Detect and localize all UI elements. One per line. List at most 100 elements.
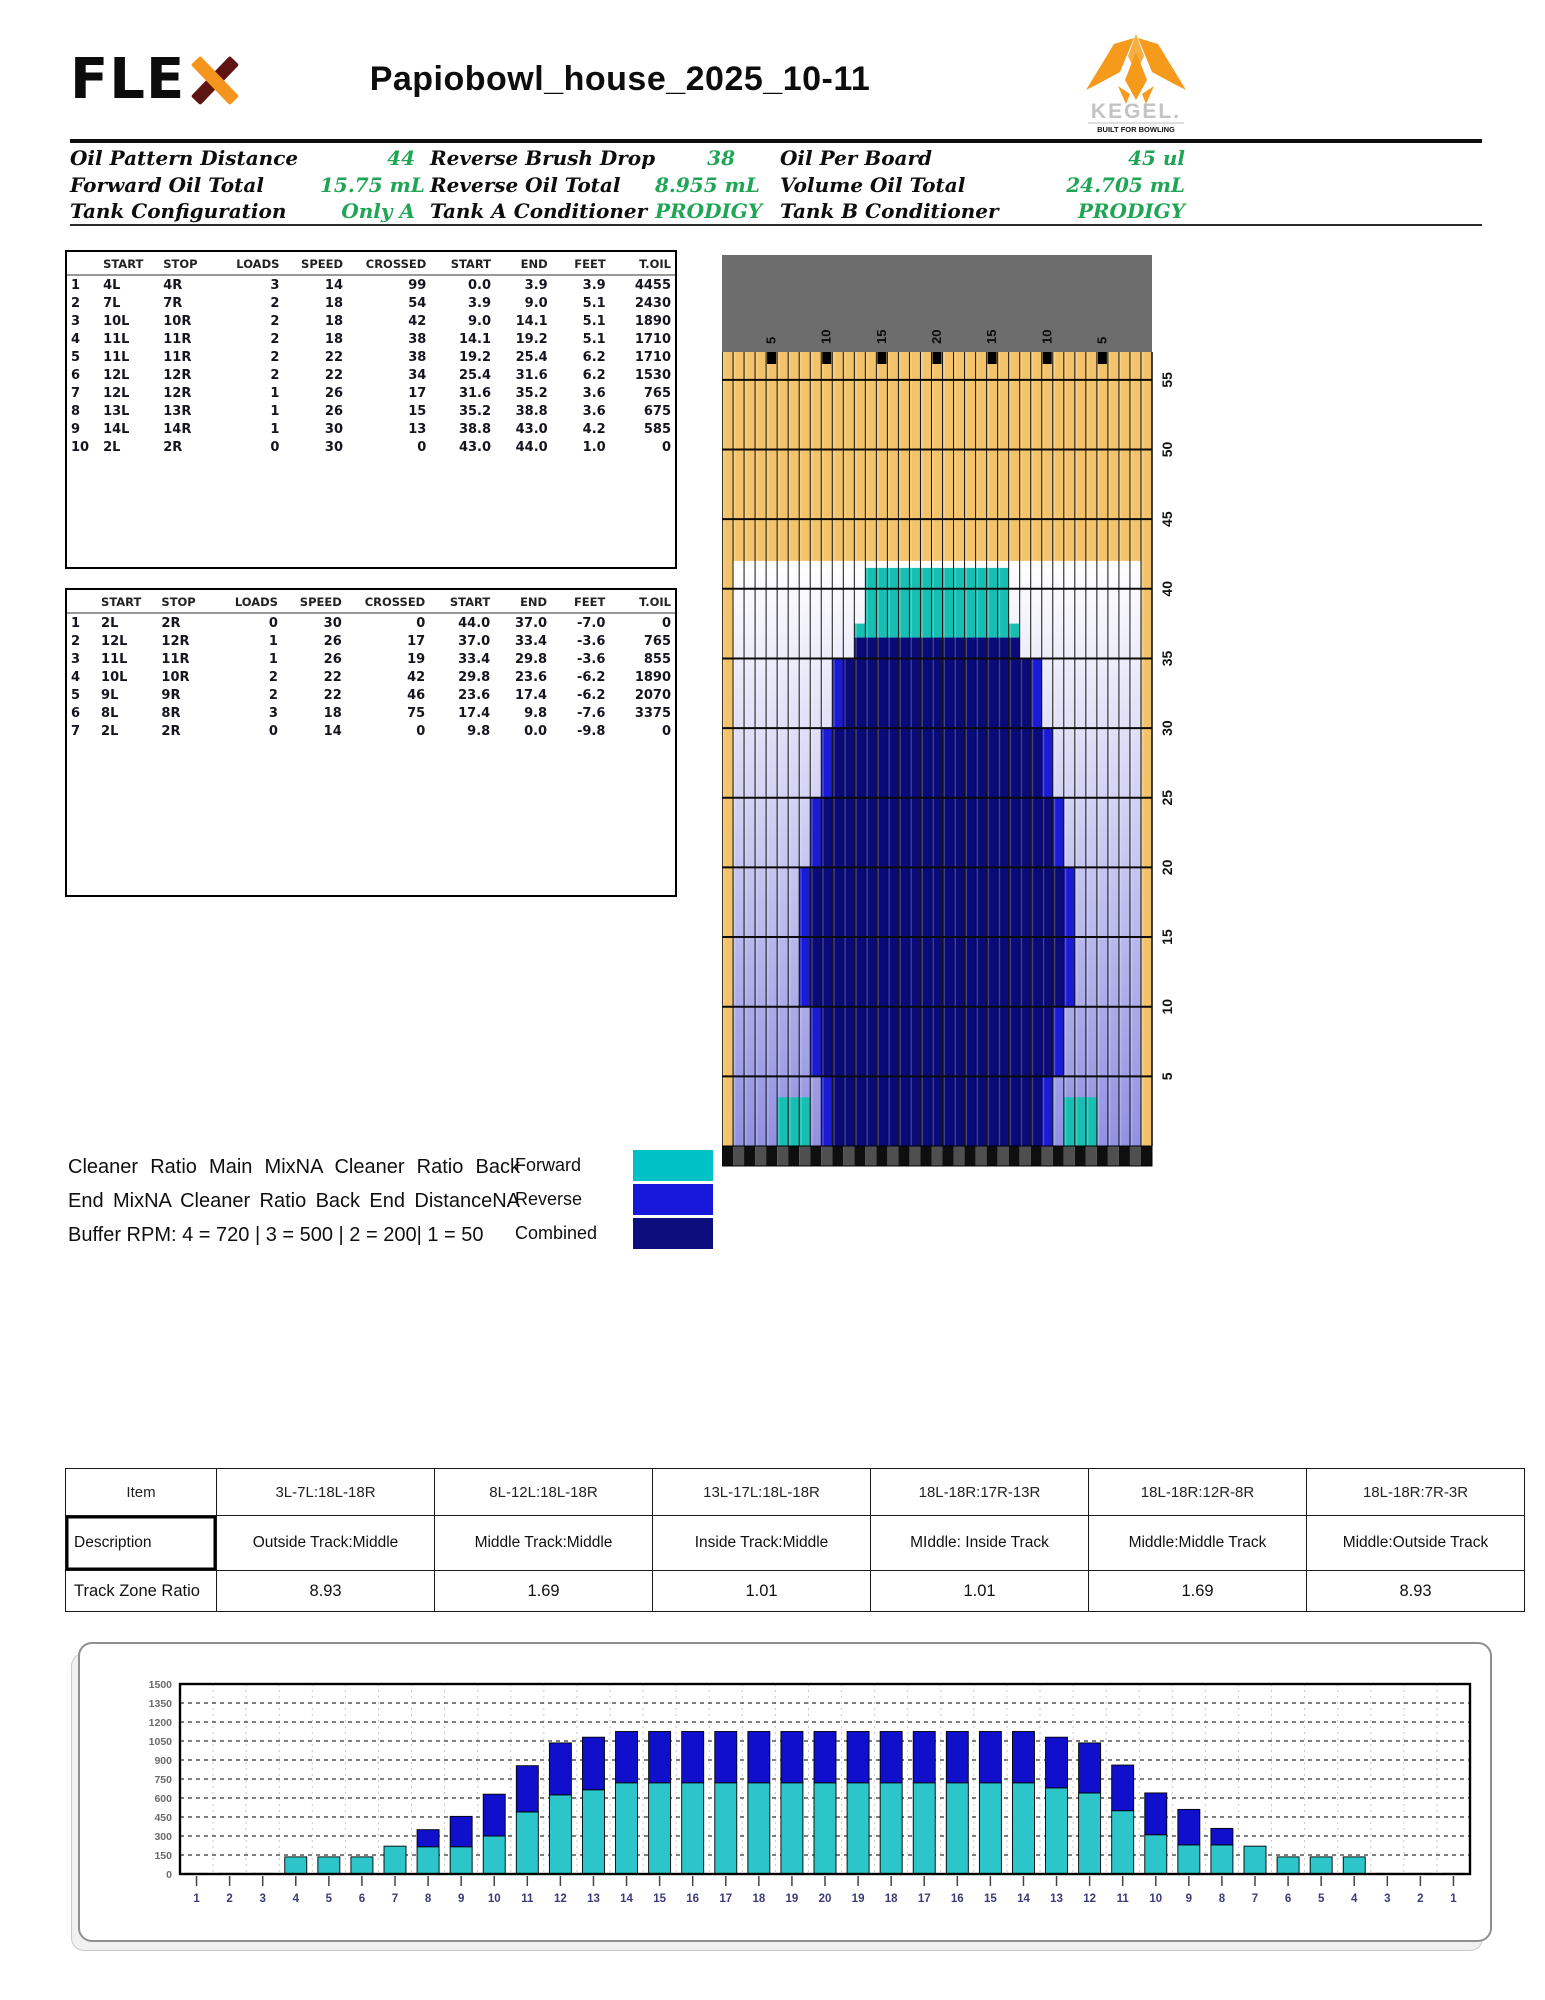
table-cell: 12R: [157, 632, 221, 650]
table-cell: 26: [283, 402, 347, 420]
table-cell: 12R: [159, 366, 222, 384]
table-cell: -9.8: [551, 722, 609, 740]
table-cell: 75: [346, 704, 429, 722]
table-cell: 18: [282, 704, 346, 722]
table-cell: 0.0: [494, 722, 551, 740]
table-header-row: STARTSTOPLOADSSPEEDCROSSEDSTARTENDFEETT.…: [67, 593, 675, 613]
column-header: START: [430, 255, 495, 275]
table-row: 72L2R01409.80.0-9.80: [67, 722, 675, 740]
table-cell: 17.4: [494, 686, 551, 704]
table-cell: 14: [283, 275, 347, 294]
pattern-info-value: Only A: [320, 199, 415, 226]
table-row: 14L4R314990.03.93.94455: [67, 275, 675, 294]
table-cell: 12L: [99, 384, 159, 402]
column-header: END: [495, 255, 552, 275]
table-row: 511L11R2223819.225.46.21710: [67, 348, 675, 366]
column-header: T.OIL: [610, 255, 675, 275]
table-cell: 13: [347, 420, 430, 438]
table-cell: 10L: [97, 668, 157, 686]
y-axis-label: 1200: [149, 1717, 173, 1729]
bar-reverse: [979, 1732, 1001, 1783]
x-axis-label: 8: [425, 1893, 432, 1905]
table-cell: -6.2: [551, 668, 609, 686]
y-axis-label: 750: [154, 1774, 172, 1786]
lane-svg: 555045403530252015105510152015105: [722, 255, 1192, 1170]
table-cell: 10R: [159, 312, 222, 330]
table-cell: 38.8: [430, 420, 495, 438]
x-axis-label: 14: [1017, 1893, 1030, 1905]
column-header: [67, 255, 99, 275]
bar-forward: [549, 1795, 571, 1874]
pattern-info-label: Oil Per Board: [780, 146, 995, 173]
board-tick: [932, 352, 941, 364]
y-axis-label: 0: [166, 1869, 172, 1881]
table-cell: 1: [67, 613, 97, 632]
board-tick: [1043, 352, 1052, 364]
table-row: 311L11R1261933.429.8-3.6855: [67, 650, 675, 668]
table-cell: 22: [282, 668, 346, 686]
distance-label: 30: [1159, 720, 1175, 736]
table-row: 59L9R2224623.617.4-6.22070: [67, 686, 675, 704]
table-cell: 29.8: [494, 650, 551, 668]
table-cell: 3.9: [495, 275, 552, 294]
table-cell: 11L: [99, 330, 159, 348]
bar-reverse: [715, 1732, 737, 1783]
x-axis-label: 12: [1083, 1893, 1096, 1905]
zone-table: Item3L-7L:18L-18R8L-12L:18L-18R13L-17L:1…: [65, 1468, 1525, 1612]
table-cell: 11L: [97, 650, 157, 668]
bar-reverse: [549, 1743, 571, 1795]
bar-reverse: [1046, 1737, 1068, 1788]
table-cell: 11L: [99, 348, 159, 366]
oil-region-forward: [1064, 1097, 1097, 1146]
board-tick: [822, 352, 831, 364]
spacer: [415, 146, 430, 173]
table-cell: 9L: [97, 686, 157, 704]
table-cell: 9: [67, 420, 99, 438]
zone-column-header: Item: [66, 1469, 217, 1516]
x-axis-label: 10: [1149, 1893, 1162, 1905]
x-axis-label: 11: [521, 1893, 534, 1905]
table-cell: 23.6: [494, 668, 551, 686]
zone-cell: 8.93: [1307, 1571, 1525, 1612]
table-cell: 2: [223, 366, 284, 384]
zone-column-header: 13L-17L:18L-18R: [653, 1469, 871, 1516]
table-cell: 5.1: [552, 294, 610, 312]
board-number-label: 10: [819, 330, 834, 344]
table-cell: 14L: [99, 420, 159, 438]
table-cell: 30: [283, 438, 347, 456]
x-axis-label: 13: [1050, 1893, 1063, 1905]
x-axis-label: 15: [984, 1893, 997, 1905]
table-cell: 19.2: [430, 348, 495, 366]
oil-region-combined: [854, 638, 1019, 659]
x-axis-label: 13: [587, 1893, 600, 1905]
distance-label: 50: [1159, 442, 1175, 458]
table-cell: 1: [223, 384, 284, 402]
x-axis-label: 3: [259, 1893, 265, 1905]
table-cell: 9.0: [430, 312, 495, 330]
table-cell: 2L: [97, 722, 157, 740]
x-axis-label: 16: [951, 1893, 964, 1905]
table-cell: 1890: [609, 668, 675, 686]
distance-label: 10: [1159, 999, 1175, 1015]
x-axis-label: 2: [1417, 1893, 1423, 1905]
table-cell: -6.2: [551, 686, 609, 704]
table-cell: 9R: [157, 686, 221, 704]
spacer: [415, 173, 430, 200]
x-axis-label: 1: [1450, 1893, 1457, 1905]
table-cell: 31.6: [495, 366, 552, 384]
table-row: 12L2R030044.037.0-7.00: [67, 613, 675, 632]
bar-forward: [483, 1836, 505, 1874]
table-cell: 4R: [159, 275, 222, 294]
table-row: 27L7R218543.99.05.12430: [67, 294, 675, 312]
x-axis-label: 4: [293, 1893, 300, 1905]
table-cell: 2: [223, 294, 284, 312]
column-header: END: [494, 593, 551, 613]
column-header: START: [97, 593, 157, 613]
table-cell: 675: [610, 402, 675, 420]
bar-reverse: [417, 1830, 439, 1847]
pattern-info-value: PRODIGY: [995, 199, 1185, 226]
table-row: 712L12R1261731.635.23.6765: [67, 384, 675, 402]
pattern-info-label: Volume Oil Total: [780, 173, 995, 200]
table-cell: 10: [67, 438, 99, 456]
table-cell: 855: [609, 650, 675, 668]
